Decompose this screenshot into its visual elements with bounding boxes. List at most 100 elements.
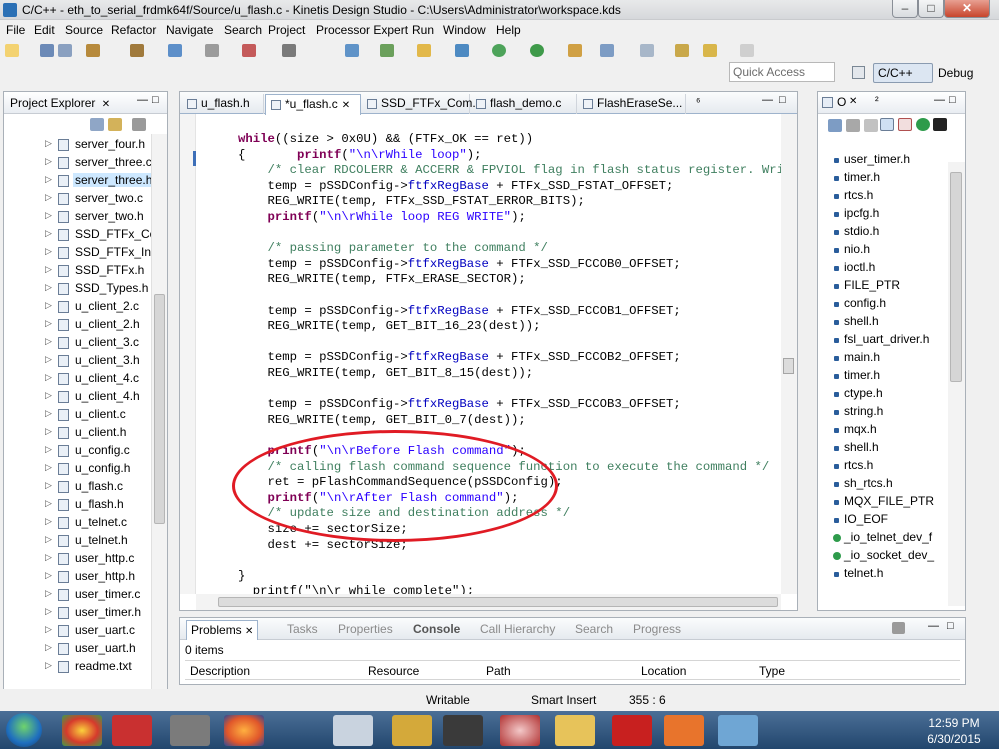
open-perspective-icon[interactable] (852, 66, 865, 79)
debug-icon[interactable] (492, 44, 506, 57)
menu-processor-expert[interactable]: Processor Expert (316, 23, 408, 37)
tree-item[interactable]: ▷ server_four.h (4, 136, 151, 154)
run-icon[interactable] (530, 44, 544, 57)
outline-item[interactable]: sh_rtcs.h (834, 476, 893, 494)
tab-progress[interactable]: Progress (633, 622, 681, 636)
scroll-thumb[interactable] (950, 172, 962, 382)
expand-arrow-icon[interactable]: ▷ (45, 156, 52, 167)
scroll-thumb[interactable] (154, 294, 165, 524)
remote-desktop-icon[interactable] (718, 715, 758, 746)
editor-horizontal-scrollbar[interactable] (196, 594, 781, 610)
tree-item[interactable]: ▷ u_client_4.h (4, 388, 151, 406)
start-button[interactable] (6, 713, 42, 747)
tab-properties[interactable]: Properties (338, 622, 393, 636)
tree-item[interactable]: ▷ server_two.c (4, 190, 151, 208)
expand-arrow-icon[interactable]: ▷ (45, 570, 52, 581)
expand-arrow-icon[interactable]: ▷ (45, 264, 52, 275)
tab-console[interactable]: Console (413, 622, 460, 636)
microchip-icon[interactable] (112, 715, 152, 746)
tab-u-flash-h[interactable]: u_flash.h (182, 94, 264, 114)
outline-item[interactable]: rtcs.h (834, 458, 873, 476)
forward-icon[interactable] (740, 44, 754, 57)
chip-icon[interactable] (205, 44, 219, 57)
expand-arrow-icon[interactable]: ▷ (45, 336, 52, 347)
expand-arrow-icon[interactable]: ▷ (45, 300, 52, 311)
outline-item[interactable]: ctype.h (834, 386, 883, 404)
tree-item[interactable]: ▷ server_three.h (4, 172, 155, 190)
filter-icon[interactable] (846, 119, 860, 132)
column-location[interactable]: Location (641, 664, 686, 678)
outline-item[interactable]: _io_telnet_dev_f (833, 530, 932, 548)
save-all-icon[interactable] (58, 44, 72, 57)
expand-arrow-icon[interactable]: ▷ (45, 426, 52, 437)
expand-arrow-icon[interactable]: ▷ (45, 516, 52, 527)
tree-item[interactable]: ▷ u_client_2.h (4, 316, 151, 334)
tree-item[interactable]: ▷ SSD_FTFx.h (4, 262, 151, 280)
project-tree-scrollbar[interactable] (151, 134, 167, 704)
tree-item[interactable]: ▷ u_client.h (4, 424, 151, 442)
expand-arrow-icon[interactable]: ▷ (45, 660, 52, 671)
tree-item[interactable]: ▷ SSD_FTFx_Inter (4, 244, 165, 262)
explorer-icon[interactable] (555, 715, 595, 746)
tree-item[interactable]: ▷ u_client_3.c (4, 334, 151, 352)
ic-chip-icon[interactable] (170, 715, 210, 746)
tree-item[interactable]: ▷ u_flash.h (4, 496, 151, 514)
expand-arrow-icon[interactable]: ▷ (45, 606, 52, 617)
tree-item[interactable]: ▷ user_http.c (4, 550, 151, 568)
outline-item[interactable]: MQX_FILE_PTR (834, 494, 934, 512)
menu-help[interactable]: Help (496, 23, 521, 37)
close-icon[interactable]: ✕ (102, 99, 110, 110)
outline-item[interactable]: mqx.h (834, 422, 877, 440)
tree-item[interactable]: ▷ server_three.c (4, 154, 152, 172)
minimize-button[interactable]: – (892, 0, 918, 18)
expand-arrow-icon[interactable]: ▷ (45, 624, 52, 635)
expand-arrow-icon[interactable]: ▷ (45, 138, 52, 149)
perspective-debug-button[interactable]: Debug (938, 66, 973, 80)
save-icon[interactable] (40, 44, 54, 57)
outline-item[interactable]: timer.h (834, 170, 880, 188)
scroll-thumb[interactable] (783, 358, 794, 374)
maximize-view-icon[interactable]: □ (779, 94, 786, 106)
hide-nonpublic-icon[interactable] (898, 118, 912, 131)
outline-item[interactable]: _io_socket_dev_ (833, 548, 934, 566)
outline-item[interactable]: ipcfg.h (834, 206, 879, 224)
outline-item[interactable]: IO_EOF (834, 512, 888, 530)
close-icon[interactable]: ✕ (849, 96, 857, 107)
flash-icon[interactable] (282, 44, 296, 57)
tree-item[interactable]: ▷ u_telnet.h (4, 532, 151, 550)
open-folder-icon[interactable] (568, 44, 582, 57)
expand-arrow-icon[interactable]: ▷ (45, 354, 52, 365)
outline-item[interactable]: timer.h (834, 368, 880, 386)
tab-flash-demo[interactable]: flash_demo.c (471, 94, 577, 114)
editor-vertical-scrollbar[interactable] (781, 114, 797, 594)
terminal-icon[interactable] (380, 44, 394, 57)
collapse-all-icon[interactable] (90, 118, 104, 131)
tree-item[interactable]: ▷ user_uart.h (4, 640, 151, 658)
hide-members-icon[interactable] (916, 118, 930, 131)
minimize-view-icon[interactable]: — (928, 620, 939, 632)
tab-overflow-indicator[interactable]: ² (875, 95, 879, 107)
tree-item[interactable]: ▷ user_timer.c (4, 586, 151, 604)
expand-arrow-icon[interactable]: ▷ (45, 444, 52, 455)
scroll-thumb[interactable] (218, 597, 778, 607)
menu-source[interactable]: Source (65, 23, 103, 37)
expand-arrow-icon[interactable]: ▷ (45, 642, 52, 653)
build-icon[interactable] (86, 44, 100, 57)
column-type[interactable]: Type (759, 664, 785, 678)
maximize-button[interactable]: □ (918, 0, 944, 18)
tree-item[interactable]: ▷ u_config.h (4, 460, 151, 478)
outline-item[interactable]: config.h (834, 296, 886, 314)
outline-item[interactable]: stdio.h (834, 224, 879, 242)
pencil-icon[interactable] (640, 44, 654, 57)
back-icon[interactable] (703, 44, 717, 57)
expand-arrow-icon[interactable]: ▷ (45, 228, 52, 239)
outline-item[interactable]: string.h (834, 404, 883, 422)
column-resource[interactable]: Resource (368, 664, 419, 678)
folder-icon[interactable] (417, 44, 431, 57)
tree-item[interactable]: ▷ u_client_4.c (4, 370, 151, 388)
tab-overflow-indicator[interactable]: ⁶ (696, 96, 701, 108)
expand-arrow-icon[interactable]: ▷ (45, 372, 52, 383)
expand-arrow-icon[interactable]: ▷ (45, 534, 52, 545)
outline-item[interactable]: ioctl.h (834, 260, 875, 278)
menu-search[interactable]: Search (224, 23, 262, 37)
